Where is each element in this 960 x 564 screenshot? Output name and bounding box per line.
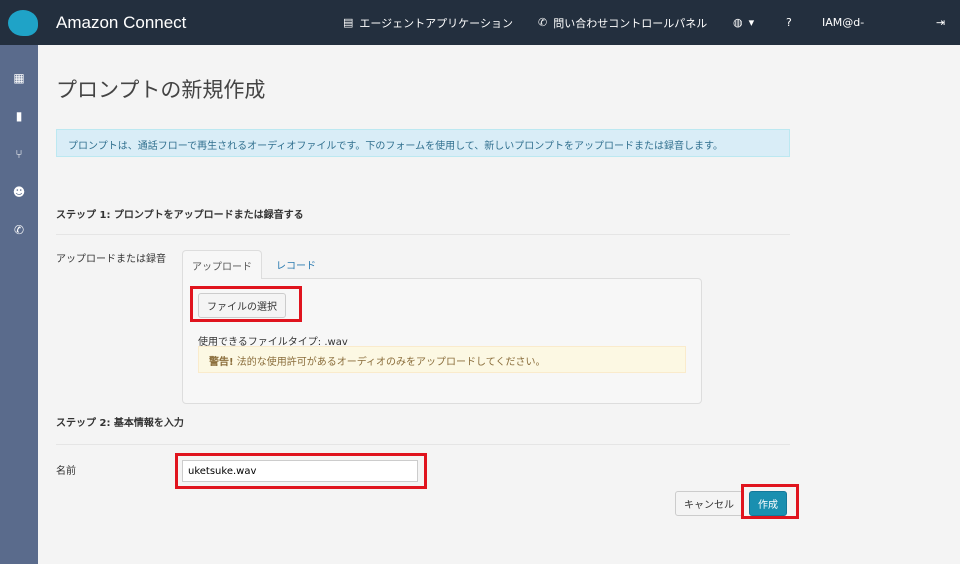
highlight-box <box>190 286 302 322</box>
divider <box>56 444 790 445</box>
top-nav: Amazon Connect ▤ エージェントアプリケーション ✆ 問い合わせコント… <box>0 0 960 45</box>
globe-icon: ◍ <box>733 16 743 29</box>
help-icon[interactable]: ? <box>786 0 792 45</box>
divider <box>56 234 790 235</box>
channels-icon[interactable]: ✆ <box>0 211 38 249</box>
step2-heading: ステップ 2: 基本情報を入力 <box>56 418 184 429</box>
window-icon: ▤ <box>343 16 354 29</box>
tab-record[interactable]: レコード <box>267 250 325 279</box>
metrics-icon[interactable]: ▮ <box>0 97 38 135</box>
sidebar: ▦ ▮ ⑂ ☻ ✆ <box>0 45 38 564</box>
brand: Amazon Connect <box>56 12 187 32</box>
warning-alert: 警告! 法的な使用許可があるオーディオのみをアップロードしてください。 <box>198 346 686 373</box>
language-menu[interactable]: ◍ ▾ <box>733 0 754 45</box>
page-title: プロンプトの新規作成 <box>56 78 266 102</box>
highlight-box <box>741 484 799 519</box>
tab-upload[interactable]: アップロード <box>182 250 262 279</box>
cancel-button[interactable]: キャンセル <box>675 491 743 516</box>
user-menu[interactable]: IAM@d- <box>822 0 864 45</box>
info-alert: プロンプトは、通話フローで再生されるオーディオファイルです。下のフォームを使用し… <box>56 129 790 157</box>
routing-icon[interactable]: ⑂ <box>0 135 38 173</box>
agent-app-link[interactable]: ▤ エージェントアプリケーション <box>343 0 513 45</box>
highlight-box <box>175 453 427 489</box>
users-icon[interactable]: ☻ <box>0 173 38 211</box>
name-label: 名前 <box>56 466 76 477</box>
ccp-link[interactable]: ✆ 問い合わせコントロールパネル <box>538 0 707 45</box>
upload-label: アップロードまたは録音 <box>56 254 166 265</box>
amazon-connect-logo <box>8 9 38 36</box>
logout-icon[interactable]: ⇥ <box>936 0 945 45</box>
dashboard-icon[interactable]: ▦ <box>0 59 38 97</box>
phone-icon: ✆ <box>538 16 548 29</box>
step1-heading: ステップ 1: プロンプトをアップロードまたは録音する <box>56 210 304 221</box>
